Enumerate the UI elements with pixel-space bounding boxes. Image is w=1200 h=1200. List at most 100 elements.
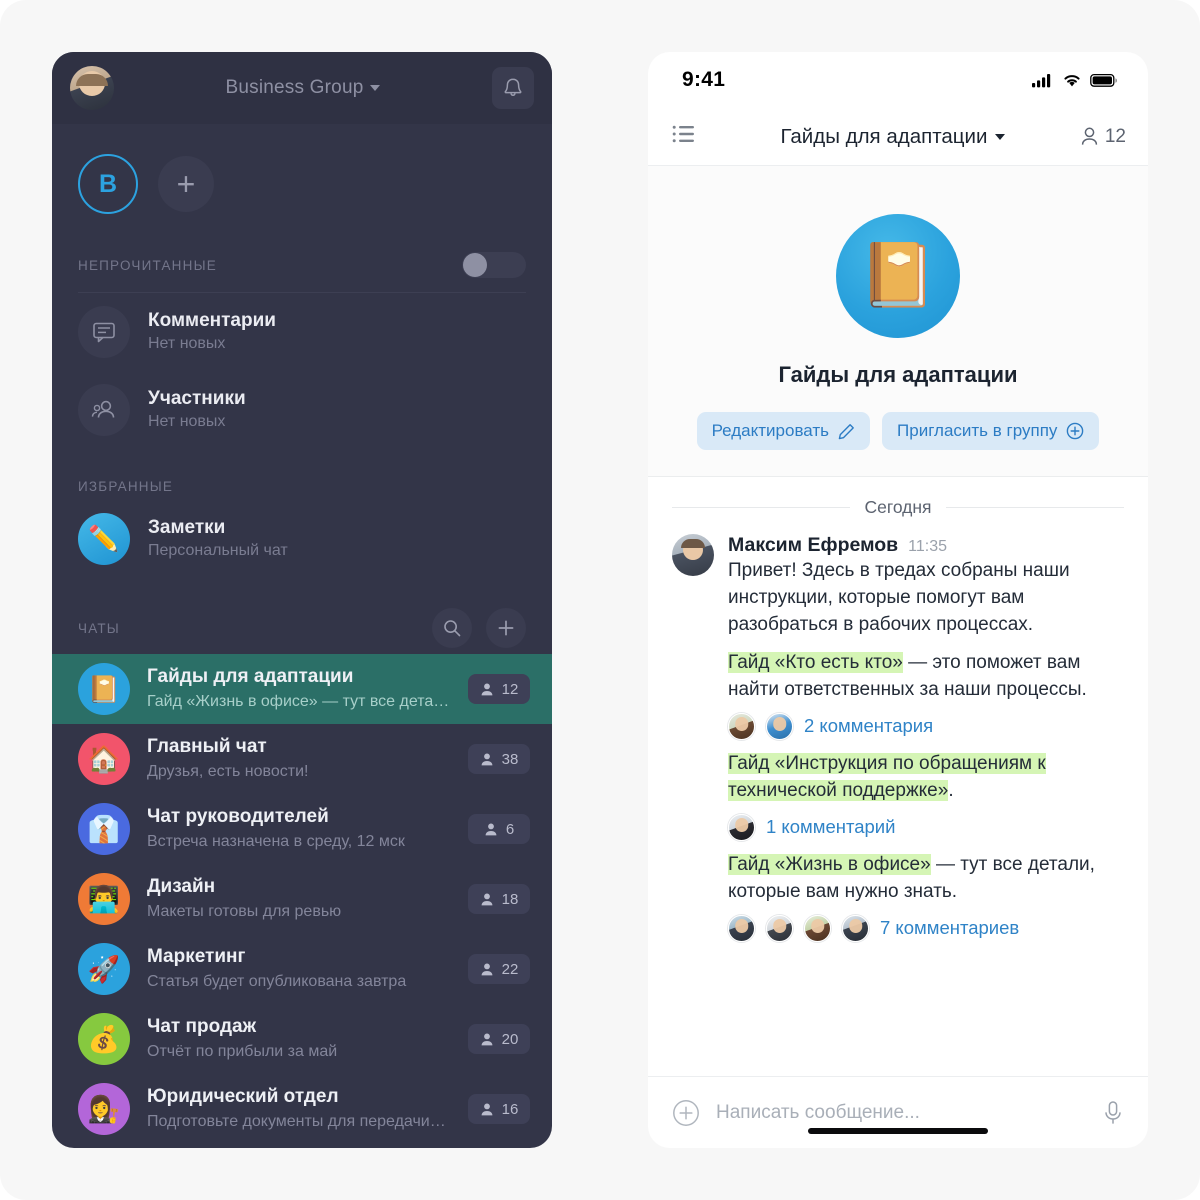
chat-members-count: 22 [501,960,519,978]
chat-list-item[interactable]: 📔 Гайды для адаптации Гайд «Жизнь в офисе»… [52,654,552,724]
person-icon [481,893,493,905]
plus-circle-icon[interactable] [672,1099,700,1127]
divider-line-right [945,507,1125,508]
person-icon [481,753,493,765]
status-time: 9:41 [682,68,726,91]
chat-members-badge: 38 [468,744,530,774]
sidebar-item-title: Заметки [148,516,226,538]
chat-list-item[interactable]: 💰 Чат продаж Отчёт по прибыли за май 20 [52,1004,552,1074]
thread-highlight-link[interactable]: Гайд «Жизнь в офисе» [728,853,931,875]
unread-toggle[interactable] [462,252,526,278]
edit-group-button[interactable]: Редактировать [696,412,871,450]
divider-line-left [672,507,851,508]
commenter-avatar [728,712,755,740]
thread-rest-text: . [948,779,954,801]
notifications-button[interactable] [492,67,534,109]
chat-list: 📔 Гайды для адаптации Гайд «Жизнь в офисе»… [52,654,552,1144]
thread-comments-row[interactable]: 1 комментарий [728,813,1126,841]
chat-list-item[interactable]: 👔 Чат руководителей Встреча назначена в ср… [52,794,552,864]
commenter-avatar [728,813,755,841]
sidebar-item-subtitle: Персональный чат [148,542,288,560]
thread-highlight-link[interactable]: Гайд «Инструкция по обращениям к техниче… [728,752,1046,801]
chat-name: Дизайн [147,876,216,898]
chat-members-count: 20 [501,1030,519,1048]
wifi-icon [1064,74,1080,86]
chat-avatar-emoji: 🏠 [87,744,121,774]
thread-item: Гайд «Жизнь в офисе» — тут все детали, к… [728,852,1126,942]
chevron-down-icon [370,84,381,91]
thread-text: Гайд «Жизнь в офисе» — тут все детали, к… [728,852,1126,906]
chat-avatar-emoji: 👔 [87,814,121,844]
notes-avatar: ✏️ [78,513,130,565]
chat-avatar: 👩‍⚖️ [78,1083,130,1135]
sidebar-item-notes[interactable]: ✏️ Заметки Персональный чат [52,500,552,578]
person-icon [1081,127,1098,145]
sidebar-item-title: Комментарии [148,309,276,331]
chat-list-item[interactable]: 🏠 Главный чат Друзья, есть новости! 38 [52,724,552,794]
sidebar-item-title: Участники [148,387,246,409]
chat-phone-panel: 9:41 Гайды для адаптации 12 📔 Гайды для … [648,52,1148,1148]
chat-name: Юридический отдел [147,1086,339,1108]
chevron-down-icon [995,134,1006,141]
pencil-icon [838,423,854,439]
chat-name: Гайды для адаптации [147,666,354,688]
chat-avatar: 📔 [78,663,130,715]
thread-comments-link[interactable]: 2 комментария [804,715,933,737]
thread-text: Гайд «Кто есть кто» — это поможет вам на… [728,650,1126,704]
microphone-icon[interactable] [1102,1099,1124,1127]
workspace-switcher[interactable]: Business Group [114,77,492,99]
chat-preview: Подготовьте документы для передачи… [147,1113,446,1131]
plus-icon [498,620,514,636]
chat-list-item[interactable]: 🚀 Маркетинг Статья будет опубликована завт… [52,934,552,1004]
team-avatar-active[interactable]: B [78,154,138,214]
message-input[interactable]: Написать сообщение... [716,1102,1086,1124]
sidebar-item-comments[interactable]: Комментарии Нет новых [52,293,552,371]
thread-comments-link[interactable]: 1 комментарий [766,816,895,838]
members-count-button[interactable]: 12 [1080,126,1126,148]
chat-list-item[interactable]: 👩‍⚖️ Юридический отдел Подготовьте докумен… [52,1074,552,1144]
chat-avatar-emoji: 📔 [87,674,121,704]
members-count: 12 [1104,125,1126,147]
chat-preview: Отчёт по прибыли за май [147,1043,338,1061]
add-team-button[interactable]: + [158,156,214,212]
thread-text: Гайд «Инструкция по обращениям к техниче… [728,751,1126,805]
thread-comments-row[interactable]: 2 комментария [728,712,1126,740]
team-initial: B [98,169,118,198]
chat-list-item[interactable]: 👨‍💻 Дизайн Макеты готовы для ревью 18 [52,864,552,934]
chat-preview: Друзья, есть новости! [147,763,309,781]
chat-members-count: 16 [501,1100,519,1118]
thread-comments-row[interactable]: 7 комментариев [728,914,1126,942]
thread-comments-link[interactable]: 7 комментариев [880,917,1019,939]
message-time: 11:35 [908,538,947,555]
message-author-avatar[interactable] [672,534,714,576]
chat-name: Маркетинг [147,946,246,968]
message-intro-text: Привет! Здесь в тредах собраны наши инст… [728,560,1070,635]
team-switcher-row: B + [52,124,552,214]
chat-menu-button[interactable] [672,124,706,149]
chat-preview: Гайд «Жизнь в офисе» — тут все детали… [147,693,451,711]
person-icon [481,963,493,975]
chat-members-badge: 6 [468,814,530,844]
toggle-knob [463,253,487,277]
chat-title-button[interactable]: Гайды для адаптации [706,125,1080,149]
person-icon [485,823,497,835]
screenshot-canvas: Business Group B + НЕПРОЧИТАННЫЕ Коммент… [0,0,1200,1200]
invite-to-group-button[interactable]: Пригласить в группу [882,412,1100,450]
sidebar-item-subtitle: Нет новых [148,335,226,353]
chat-avatar-emoji: 🚀 [87,954,121,984]
sidebar-panel: Business Group B + НЕПРОЧИТАННЫЕ Коммент… [52,52,552,1148]
group-avatar[interactable]: 📔 [836,214,960,338]
new-chat-button[interactable] [486,608,526,648]
workspace-title: Business Group [225,77,364,98]
thread-item: Гайд «Кто есть кто» — это поможет вам на… [728,650,1126,740]
chat-avatar: 🚀 [78,943,130,995]
chat-name: Чат руководителей [147,806,329,828]
chat-avatar: 👔 [78,803,130,855]
chat-top-bar: Гайды для адаптации 12 [648,108,1148,166]
chats-label: ЧАТЫ [78,620,120,636]
thread-item: Гайд «Инструкция по обращениям к техниче… [728,751,1126,841]
thread-highlight-link[interactable]: Гайд «Кто есть кто» [728,651,903,673]
avatar[interactable] [70,66,114,110]
sidebar-item-members[interactable]: Участники Нет новых [52,371,552,449]
search-chats-button[interactable] [432,608,472,648]
